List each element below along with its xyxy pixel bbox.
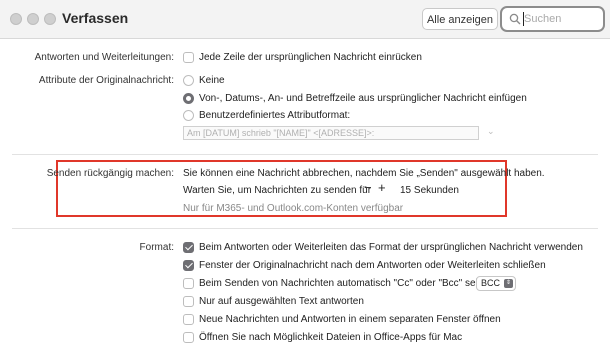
section-divider xyxy=(12,154,598,155)
separate-window-label: Neue Nachrichten und Antworten in einem … xyxy=(199,314,501,325)
search-field[interactable]: Suchen xyxy=(500,6,605,32)
format-label: Format: xyxy=(139,242,174,253)
show-all-button[interactable]: Alle anzeigen xyxy=(422,8,498,30)
use-original-format-label: Beim Antworten oder Weiterleiten das For… xyxy=(199,242,583,253)
window-title: Verfassen xyxy=(62,10,129,26)
close-original-window-checkbox[interactable] xyxy=(183,260,194,271)
separate-window-checkbox[interactable] xyxy=(183,314,194,325)
attributes-label: Attribute der Originalnachricht: xyxy=(38,75,174,86)
undo-send-label: Senden rückgängig machen: xyxy=(46,168,174,179)
office-apps-checkbox[interactable] xyxy=(183,332,194,343)
attr-custom-label: Benutzerdefiniertes Attributformat: xyxy=(199,110,351,121)
close-window-button[interactable] xyxy=(10,13,22,25)
auto-cc-label: Beim Senden von Nachrichten automatisch … xyxy=(199,278,492,289)
attr-none-label: Keine xyxy=(199,75,225,86)
cc-bcc-select[interactable]: BCC ⇕ xyxy=(476,276,516,291)
use-original-format-checkbox[interactable] xyxy=(183,242,194,253)
undo-send-description: Sie können eine Nachricht abbrechen, nac… xyxy=(183,168,545,179)
attr-none-radio[interactable] xyxy=(183,75,194,86)
updown-arrow-icon: ⇕ xyxy=(504,279,513,288)
search-input[interactable]: Suchen xyxy=(524,13,561,25)
attr-default-label: Von-, Datums-, An- und Betreffzeile aus … xyxy=(199,93,527,104)
cc-bcc-value: BCC xyxy=(481,278,501,288)
delay-value: 15 Sekunden xyxy=(400,185,459,196)
preferences-window: Verfassen Alle anzeigen Suchen Antworten… xyxy=(0,0,610,355)
title-bar: Verfassen Alle anzeigen Suchen xyxy=(0,0,610,39)
custom-attribute-field[interactable]: Am [DATUM] schrieb "[NAME]" <[ADRESSE]>: xyxy=(183,126,479,140)
decrease-button[interactable]: − xyxy=(364,180,372,195)
auto-cc-checkbox[interactable] xyxy=(183,278,194,289)
indent-label: Jede Zeile der ursprünglichen Nachricht … xyxy=(199,52,422,63)
availability-note: Nur für M365- und Outlook.com-Konten ver… xyxy=(183,203,404,214)
reply-selected-text-checkbox[interactable] xyxy=(183,296,194,307)
attr-default-radio[interactable] xyxy=(183,93,194,104)
office-apps-label: Öffnen Sie nach Möglichkeit Dateien in O… xyxy=(199,332,463,343)
close-original-window-label: Fenster der Originalnachricht nach dem A… xyxy=(199,260,546,271)
search-icon xyxy=(509,13,521,25)
wait-label: Warten Sie, um Nachrichten zu senden für xyxy=(183,185,372,196)
chevron-down-icon[interactable]: ⌄ xyxy=(487,126,495,137)
attr-custom-radio[interactable] xyxy=(183,110,194,121)
reply-selected-text-label: Nur auf ausgewählten Text antworten xyxy=(199,296,364,307)
zoom-window-button[interactable] xyxy=(44,13,56,25)
increase-button[interactable]: + xyxy=(378,180,386,195)
indent-checkbox[interactable] xyxy=(183,52,194,63)
minimize-window-button[interactable] xyxy=(27,13,39,25)
section-divider xyxy=(12,228,598,229)
replies-label: Antworten und Weiterleitungen: xyxy=(34,52,174,63)
